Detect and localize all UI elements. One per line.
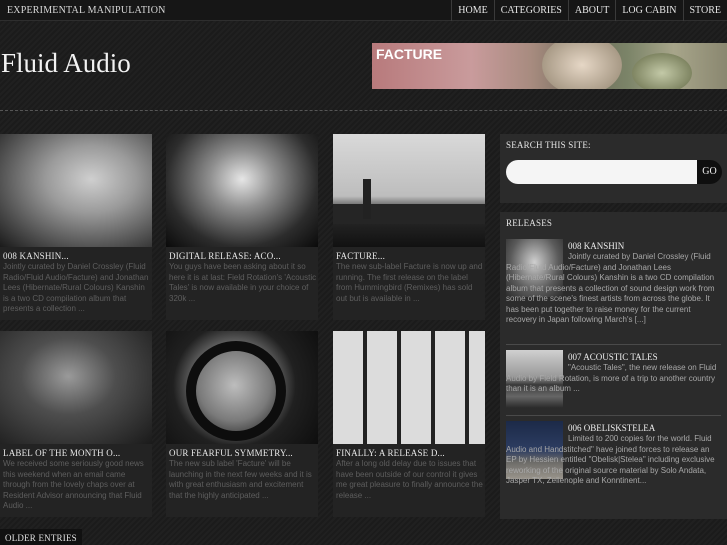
page: EXPERIMENTAL MANIPULATION HOME CATEGORIE…: [0, 0, 727, 545]
releases-widget: RELEASES 008 KANSHIN Jointly curated by …: [500, 212, 727, 519]
banner-label: FACTURE: [376, 46, 443, 62]
main-nav: HOME CATEGORIES ABOUT LOG CABIN STORE: [451, 0, 727, 21]
search-go-button[interactable]: GO: [697, 160, 722, 184]
thumbnail-detail: [363, 179, 371, 219]
nav-home[interactable]: HOME: [451, 0, 493, 21]
post-thumbnail[interactable]: [333, 331, 485, 444]
banner-image-highlight: [632, 53, 692, 89]
thumbnail-detail: [333, 204, 485, 224]
release-description: Limited to 200 copies for the world. Flu…: [506, 434, 715, 485]
nav-categories[interactable]: CATEGORIES: [493, 0, 568, 21]
post-excerpt: Jointly curated by Daniel Crossley (Flui…: [3, 262, 149, 313]
nav-about[interactable]: ABOUT: [567, 0, 615, 21]
post-thumbnail[interactable]: [166, 331, 318, 444]
post-card[interactable]: LABEL OF THE MONTH O... We received some…: [0, 331, 152, 517]
thumbnail-detail: [186, 341, 286, 441]
release-description: Jointly curated by Daniel Crossley (Flui…: [506, 252, 715, 324]
banner-image-highlight: [542, 43, 622, 89]
release-title[interactable]: 007 ACOUSTIC TALES: [568, 352, 658, 362]
header-divider: [0, 110, 727, 111]
post-card[interactable]: 008 KANSHIN... Jointly curated by Daniel…: [0, 134, 152, 320]
post-title[interactable]: 008 KANSHIN...: [3, 251, 69, 261]
post-card[interactable]: OUR FEARFUL SYMMETRY... The new sub labe…: [166, 331, 318, 517]
releases-widget-title: RELEASES: [506, 218, 553, 228]
post-thumbnail[interactable]: [0, 134, 152, 247]
release-title[interactable]: 008 KANSHIN: [568, 241, 624, 251]
release-description: "Acoustic Tales", the new release on Flu…: [506, 363, 717, 393]
older-entries-link[interactable]: OLDER ENTRIES: [0, 529, 82, 545]
nav-store[interactable]: STORE: [682, 0, 727, 21]
post-title[interactable]: OUR FEARFUL SYMMETRY...: [169, 448, 293, 458]
nav-log-cabin[interactable]: LOG CABIN: [615, 0, 682, 21]
post-excerpt: The new sub label 'Facture' will be laun…: [169, 459, 312, 500]
release-title[interactable]: 006 OBELISKSTELEA: [568, 423, 655, 433]
post-title[interactable]: FACTURE...: [336, 251, 385, 261]
site-tagline: EXPERIMENTAL MANIPULATION: [7, 5, 166, 16]
post-title[interactable]: LABEL OF THE MONTH O...: [3, 448, 120, 458]
post-excerpt: The new sub-label Facture is now up and …: [336, 262, 483, 303]
post-card[interactable]: FACTURE... The new sub-label Facture is …: [333, 134, 485, 320]
release-divider: [506, 415, 721, 416]
post-excerpt: After a long old delay due to issues tha…: [336, 459, 483, 500]
post-thumbnail[interactable]: [333, 134, 485, 247]
search-input[interactable]: [506, 160, 698, 184]
post-title[interactable]: DIGITAL RELEASE: ACO...: [169, 251, 281, 261]
post-excerpt: You guys have been asking about it so he…: [169, 262, 317, 303]
post-thumbnail[interactable]: [0, 331, 152, 444]
post-excerpt: We received some seriously good news thi…: [3, 459, 144, 510]
search-widget-title: SEARCH THIS SITE:: [506, 140, 591, 150]
search-widget: SEARCH THIS SITE: GO: [500, 134, 727, 203]
release-divider: [506, 344, 721, 345]
post-card[interactable]: DIGITAL RELEASE: ACO... You guys have be…: [166, 134, 318, 320]
post-thumbnail[interactable]: [166, 134, 318, 247]
post-card[interactable]: FINALLY: A RELEASE D... After a long old…: [333, 331, 485, 517]
post-title[interactable]: FINALLY: A RELEASE D...: [336, 448, 445, 458]
header-banner[interactable]: FACTURE: [372, 43, 727, 89]
top-bar: EXPERIMENTAL MANIPULATION HOME CATEGORIE…: [0, 0, 727, 21]
site-title[interactable]: Fluid Audio: [1, 48, 131, 79]
